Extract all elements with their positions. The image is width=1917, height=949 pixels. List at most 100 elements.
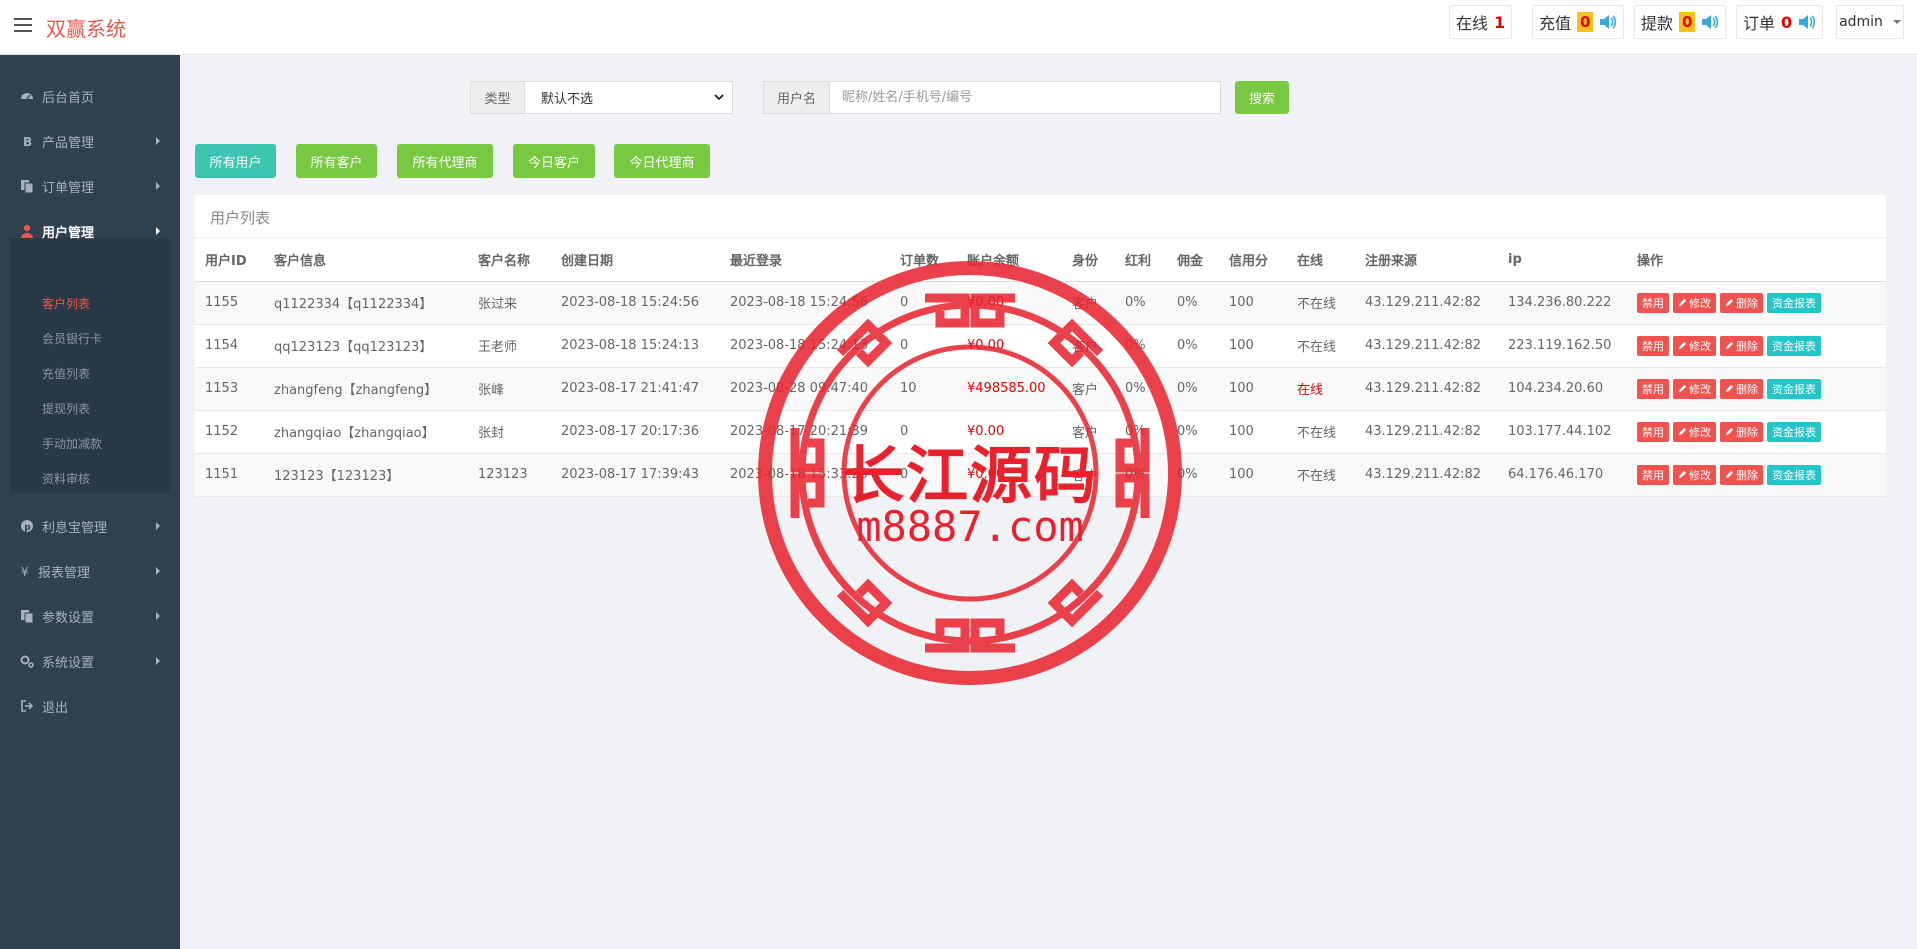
table-cell: 103.177.44.102 <box>1498 410 1627 454</box>
table-cell: 43.129.211.42:82 <box>1355 324 1498 368</box>
delete-button[interactable]: 删除 <box>1720 335 1763 356</box>
dashboard-icon <box>21 93 33 100</box>
chevron-right-icon <box>156 567 160 575</box>
subnav-withdraw-list[interactable]: 提现列表 <box>42 400 90 417</box>
sidebar-item-interest[interactable]: p 利息宝管理 <box>0 506 180 546</box>
action-label: 资金报表 <box>1772 296 1816 310</box>
action-label: 删除 <box>1736 425 1758 439</box>
subnav-profile-review[interactable]: 资料审核 <box>42 470 90 487</box>
disable-button[interactable]: 禁用 <box>1637 335 1669 356</box>
subnav-customer-list[interactable]: 客户列表 <box>42 295 90 312</box>
pencil-icon <box>1725 470 1734 479</box>
order-label: 订单 <box>1743 14 1776 33</box>
subnav-recharge-list[interactable]: 充值列表 <box>42 365 90 382</box>
tab-today-customers[interactable]: 今日客户 <box>513 144 595 178</box>
table-cell: 64.176.46.170 <box>1498 453 1627 497</box>
edit-button[interactable]: 修改 <box>1673 421 1716 442</box>
table-cell: 43.129.211.42:82 <box>1355 410 1498 454</box>
sidebar-item-orders[interactable]: 订单管理 <box>0 166 180 206</box>
sidebar-item-dashboard[interactable]: 后台首页 <box>0 76 180 116</box>
chevron-down-icon <box>1892 20 1901 24</box>
col-header: ip <box>1498 238 1627 282</box>
sidebar-item-reports[interactable]: ¥ 报表管理 <box>0 551 180 591</box>
action-label: 删除 <box>1736 339 1758 353</box>
search-button[interactable]: 搜索 <box>1235 81 1289 114</box>
fund-report-button[interactable]: 资金报表 <box>1767 335 1821 356</box>
panel-title: 用户列表 <box>210 209 271 227</box>
svg-text:p: p <box>24 523 31 533</box>
sidebar-item-system[interactable]: 系统设置 <box>0 641 180 681</box>
edit-button[interactable]: 修改 <box>1673 335 1716 356</box>
type-filter: 类型 默认不选 <box>470 81 733 114</box>
delete-button[interactable]: 删除 <box>1720 421 1763 442</box>
disable-button[interactable]: 禁用 <box>1637 464 1669 485</box>
recharge-label: 充值 <box>1539 14 1572 33</box>
edit-button[interactable]: 修改 <box>1673 378 1716 399</box>
menu-toggle-icon[interactable] <box>14 18 32 32</box>
action-label: 修改 <box>1689 296 1711 310</box>
withdraw-indicator[interactable]: 提款 0 <box>1634 5 1727 39</box>
table-cell: 123123【123123】 <box>264 453 468 497</box>
table-cell: 100 <box>1219 453 1287 497</box>
action-label: 修改 <box>1689 382 1711 396</box>
fund-report-button[interactable]: 资金报表 <box>1767 421 1821 442</box>
subnav-manual-adjust[interactable]: 手动加减款 <box>42 435 102 452</box>
username: admin <box>1839 14 1883 30</box>
disable-button[interactable]: 禁用 <box>1637 292 1669 313</box>
chevron-down-icon <box>714 94 724 101</box>
app-title: 双赢系统 <box>46 17 126 41</box>
action-label: 修改 <box>1689 425 1711 439</box>
speaker-icon[interactable] <box>1701 14 1719 30</box>
fund-report-button[interactable]: 资金报表 <box>1767 292 1821 313</box>
type-select[interactable]: 默认不选 <box>525 82 732 113</box>
sidebar-item-params[interactable]: 参数设置 <box>0 596 180 636</box>
sidebar-item-products[interactable]: B 产品管理 <box>0 121 180 161</box>
fund-report-button[interactable]: 资金报表 <box>1767 378 1821 399</box>
online-count: 1 <box>1494 12 1506 32</box>
user-menu[interactable]: admin <box>1836 5 1904 39</box>
chevron-right-icon <box>156 612 160 620</box>
fund-report-button[interactable]: 资金报表 <box>1767 464 1821 485</box>
delete-button[interactable]: 删除 <box>1720 464 1763 485</box>
edit-button[interactable]: 修改 <box>1673 464 1716 485</box>
sidebar-item-users[interactable]: 用户管理 <box>0 211 180 251</box>
action-label: 修改 <box>1689 468 1711 482</box>
col-header: 创建日期 <box>551 238 720 282</box>
copy-icon <box>21 180 34 193</box>
chevron-right-icon <box>156 657 160 665</box>
action-label: 修改 <box>1689 339 1711 353</box>
action-label: 删除 <box>1736 468 1758 482</box>
delete-button[interactable]: 删除 <box>1720 378 1763 399</box>
recharge-indicator[interactable]: 充值 0 <box>1532 5 1625 39</box>
online-indicator: 在线 1 <box>1449 5 1513 39</box>
speaker-icon[interactable] <box>1599 14 1617 30</box>
disable-button[interactable]: 禁用 <box>1637 378 1669 399</box>
tab-all-users[interactable]: 所有用户 <box>195 144 276 178</box>
speaker-icon[interactable] <box>1798 14 1816 30</box>
action-label: 禁用 <box>1642 382 1664 396</box>
svg-text:¥: ¥ <box>21 565 29 578</box>
search-input[interactable] <box>830 82 1220 113</box>
table-cell: 不在线 <box>1287 453 1355 497</box>
disable-button[interactable]: 禁用 <box>1637 421 1669 442</box>
user-filter: 用户名 <box>763 81 1221 114</box>
delete-button[interactable]: 删除 <box>1720 292 1763 313</box>
col-header: 客户信息 <box>264 238 468 282</box>
table-cell: 2023-08-18 15:24:13 <box>551 324 720 368</box>
col-header: 用户ID <box>195 238 264 282</box>
action-label: 资金报表 <box>1772 468 1816 482</box>
order-indicator[interactable]: 订单 0 <box>1736 5 1824 39</box>
tab-all-agents[interactable]: 所有代理商 <box>397 144 493 178</box>
table-cell: 100 <box>1219 281 1287 325</box>
tab-all-customers[interactable]: 所有客户 <box>296 144 377 178</box>
tab-today-agents[interactable]: 今日代理商 <box>614 144 710 178</box>
order-count: 0 <box>1781 12 1793 32</box>
sidebar-item-logout[interactable]: 退出 <box>0 686 180 726</box>
subnav-bank-cards[interactable]: 会员银行卡 <box>42 330 102 347</box>
table-cell: 223.119.162.50 <box>1498 324 1627 368</box>
edit-button[interactable]: 修改 <box>1673 292 1716 313</box>
action-label: 资金报表 <box>1772 382 1816 396</box>
copy-icon <box>21 610 34 623</box>
action-label: 禁用 <box>1642 296 1664 310</box>
table-cell: zhangqiao【zhangqiao】 <box>264 410 468 454</box>
